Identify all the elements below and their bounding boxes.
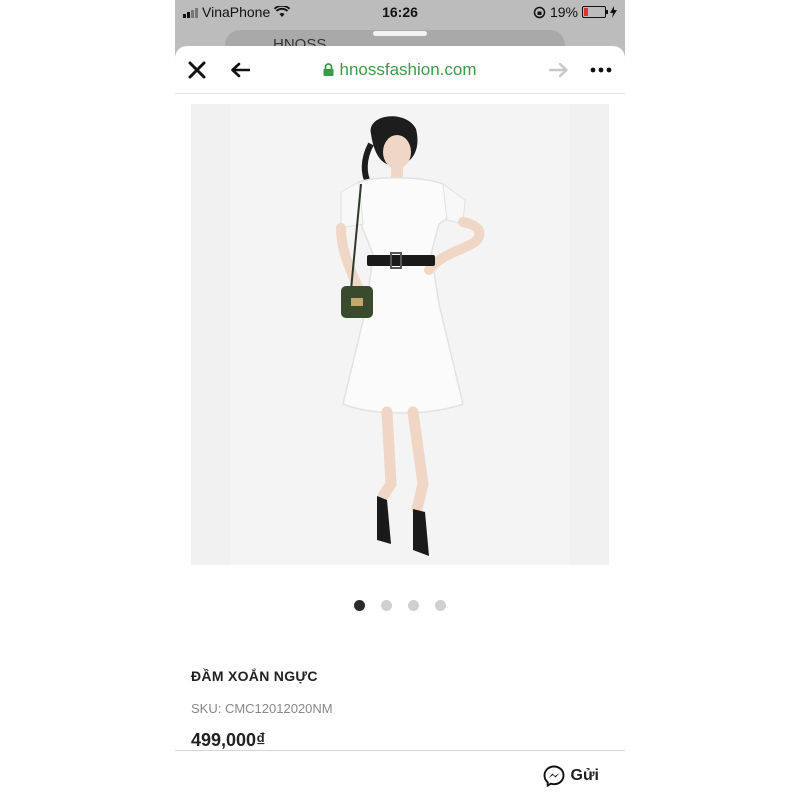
more-options-button[interactable] [589,58,613,82]
messenger-send-button[interactable]: Gửi [543,765,599,787]
more-dots-icon [590,67,612,73]
carousel-dot[interactable] [354,600,365,611]
browser-nav-bar: hnossfashion.com [175,46,625,94]
send-label: Gửi [570,767,599,784]
orientation-lock-icon [533,6,546,18]
arrow-right-icon [549,62,568,78]
status-right: 19% [533,4,617,20]
product-image[interactable] [191,104,609,565]
battery-percent: 19% [549,4,578,20]
sheet-grabber[interactable] [373,31,427,36]
carousel-dot[interactable] [435,600,446,611]
forward-button[interactable] [547,58,571,82]
status-bar: VinaPhone 16:26 19% [175,0,625,24]
product-name: ĐẦM XOẮN NGỰC [191,668,318,684]
battery-fill [584,8,588,16]
messenger-icon [543,765,564,787]
carousel-dot[interactable] [381,600,392,611]
charging-bolt-icon [610,6,617,18]
product-price: 499,000₫ [191,730,266,750]
in-app-browser-sheet: hnossfashion.com ĐẦM XOẮN NGỰC SKU: CMC1… [175,46,625,800]
model-photo [191,104,609,565]
lock-icon [323,63,334,76]
share-bar: Gửi [175,750,625,800]
phone-screen: VinaPhone 16:26 19% HNOSS hnossfashion.c… [175,0,625,800]
carousel-indicators [175,600,625,611]
carousel-dot[interactable] [408,600,419,611]
product-sku: SKU: CMC12012020NM [191,701,333,716]
url-text: hnossfashion.com [339,60,477,79]
battery-icon [582,6,608,18]
